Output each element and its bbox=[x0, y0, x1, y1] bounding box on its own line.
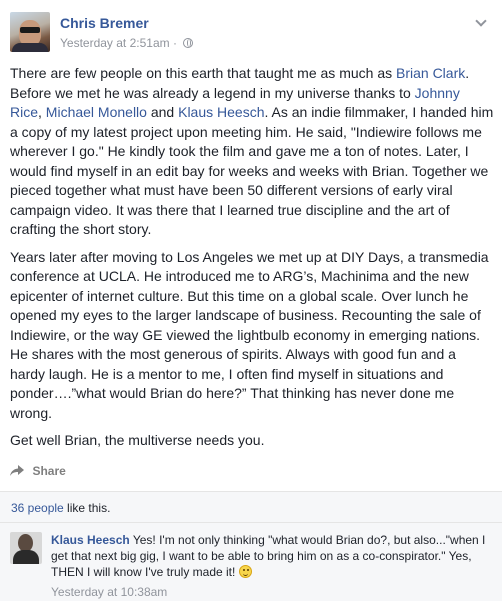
avatar-sunglasses bbox=[20, 27, 40, 33]
likes-divider bbox=[0, 522, 502, 523]
likes-count-link[interactable]: 36 people bbox=[11, 501, 64, 515]
post-timestamp[interactable]: Yesterday at 2:51am bbox=[60, 36, 170, 50]
comment-text-block: Klaus Heesch Yes! I'm not only thinking … bbox=[51, 532, 491, 580]
feedback-section: 36 people like this. Klaus Heesch Yes! I… bbox=[0, 492, 502, 601]
meta-separator: · bbox=[172, 36, 177, 50]
mention-link[interactable]: Klaus Heesch bbox=[178, 104, 264, 120]
post-text: There are few people on this earth that … bbox=[10, 65, 396, 81]
share-arrow-icon bbox=[10, 464, 24, 476]
post-actions: Share bbox=[10, 462, 490, 482]
globe-icon[interactable] bbox=[183, 38, 194, 48]
post-paragraph: There are few people on this earth that … bbox=[10, 64, 494, 240]
post-paragraph: Get well Brian, the multiverse needs you… bbox=[10, 431, 494, 451]
author-name[interactable]: Chris Bremer bbox=[60, 15, 149, 31]
post-paragraph: Years later after moving to Los Angeles … bbox=[10, 248, 494, 424]
commenter-name[interactable]: Klaus Heesch bbox=[51, 533, 130, 547]
post-body: There are few people on this earth that … bbox=[10, 64, 494, 459]
likes-suffix: like this. bbox=[63, 501, 111, 515]
commenter-avatar[interactable] bbox=[10, 532, 42, 564]
post-text: Get well Brian, the multiverse needs you… bbox=[10, 432, 265, 448]
post-text: , bbox=[38, 104, 46, 120]
post-text: and bbox=[146, 104, 179, 120]
smiley-icon bbox=[238, 565, 252, 578]
avatar-shirt bbox=[12, 43, 48, 52]
post-meta: Yesterday at 2:51am · bbox=[60, 36, 194, 50]
post-text: . As an indie filmmaker, I handed him a … bbox=[10, 104, 494, 237]
chevron-down-icon[interactable] bbox=[474, 16, 488, 30]
comment-timestamp[interactable]: Yesterday at 10:38am bbox=[51, 585, 167, 599]
mention-link[interactable]: Brian Clark bbox=[396, 65, 465, 81]
author-avatar[interactable] bbox=[10, 12, 50, 52]
post-header: Chris Bremer Yesterday at 2:51am · bbox=[10, 12, 490, 56]
post-card: Chris Bremer Yesterday at 2:51am · There… bbox=[0, 0, 502, 601]
share-label: Share bbox=[32, 463, 66, 478]
likes-summary: 36 people like this. bbox=[11, 501, 110, 515]
mention-link[interactable]: Michael Monello bbox=[46, 104, 147, 120]
commenter-body bbox=[13, 550, 39, 564]
post-text: Years later after moving to Los Angeles … bbox=[10, 248, 489, 421]
share-button[interactable]: Share bbox=[10, 462, 66, 479]
